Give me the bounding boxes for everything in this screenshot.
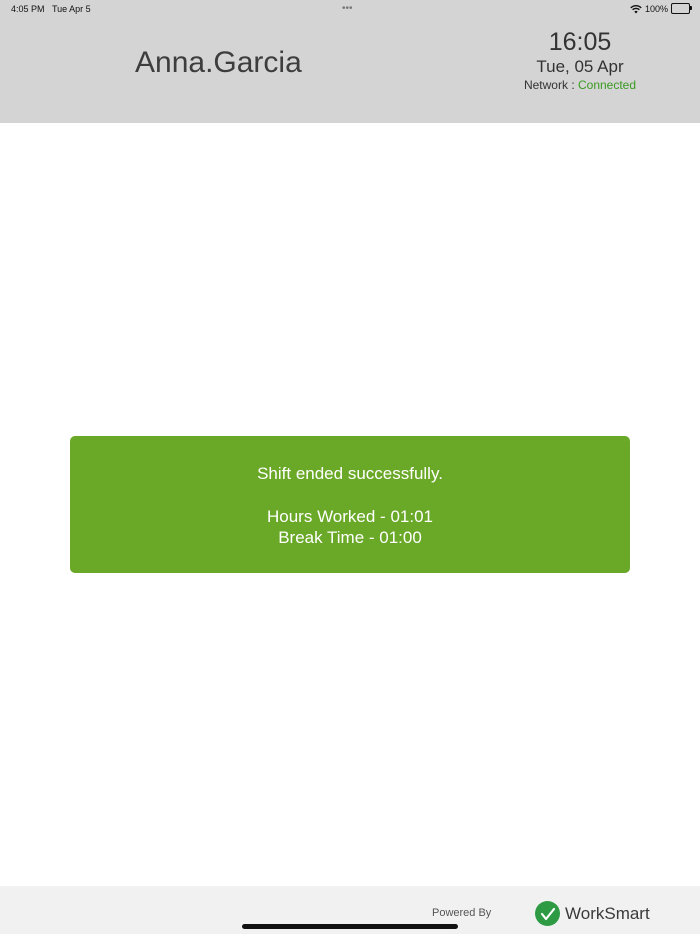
status-indicators: 100% [630,3,692,14]
toast-message: Shift ended successfully. [257,464,443,483]
status-bar: 4:05 PM Tue Apr 5 ••• 100% [0,0,700,18]
status-time: 4:05 PM [11,4,45,14]
network-line: Network : Connected [510,77,650,94]
clock-block: 16:05 Tue, 05 Apr Network : Connected [510,28,650,94]
status-date: Tue Apr 5 [52,4,91,14]
app-header: 4:05 PM Tue Apr 5 ••• 100% Anna.Garcia 1… [0,0,700,123]
powered-by-label: Powered By [432,907,492,919]
clock-time: 16:05 [548,28,612,56]
wifi-icon [630,4,642,13]
clock-date: Tue, 05 Apr [536,57,624,76]
brand-name: WorkSmart [565,903,650,923]
user-name: Anna.Garcia [135,46,302,79]
multitasking-dots-icon[interactable]: ••• [342,3,353,14]
break-time: Break Time - 01:00 [278,528,422,547]
network-label: Network : [523,78,578,92]
checkmark-logo-icon [535,901,560,926]
network-status: Connected [577,78,637,92]
hours-worked: Hours Worked - 01:01 [267,507,433,526]
battery-percentage: 100% [644,3,668,14]
home-indicator[interactable] [242,924,458,929]
shift-ended-toast: Shift ended successfully. Hours Worked -… [70,436,630,573]
brand: WorkSmart [535,901,650,926]
battery-icon [671,3,692,14]
